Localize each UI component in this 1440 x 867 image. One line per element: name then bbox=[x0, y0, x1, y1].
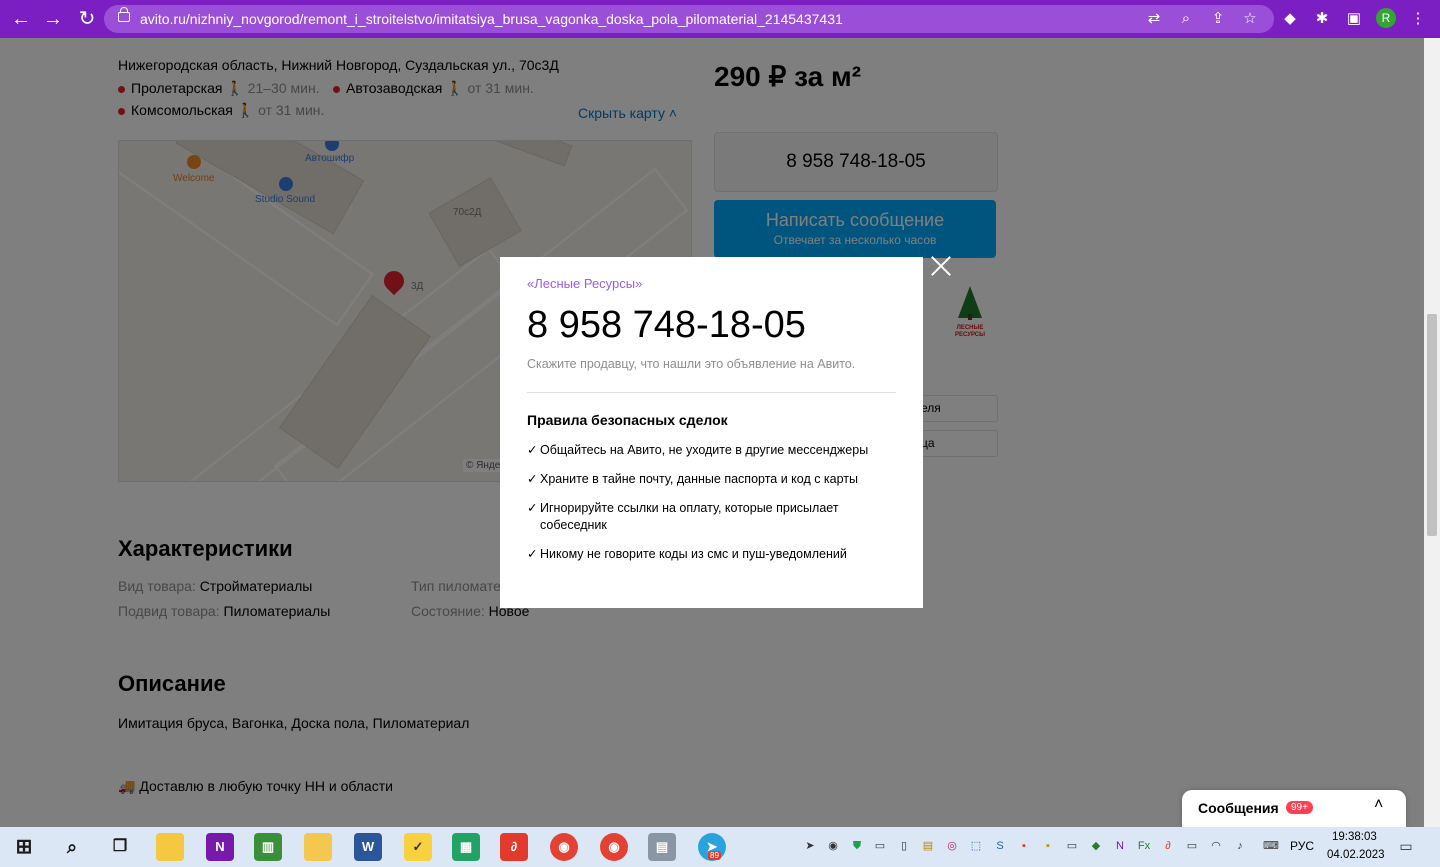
windows-start-icon[interactable]: ⊞ bbox=[10, 833, 38, 861]
translate-icon[interactable]: ⇄ bbox=[1144, 9, 1164, 29]
keyboard-icon[interactable]: ⌨ bbox=[1260, 838, 1282, 854]
modal-phone-number[interactable]: 8 958 748-18-05 bbox=[527, 304, 806, 347]
calculator-icon[interactable]: ▤ bbox=[648, 833, 676, 861]
reload-icon[interactable]: ↻ bbox=[74, 6, 100, 32]
shield-tray-icon[interactable]: ⛊ bbox=[849, 838, 865, 854]
unread-badge: 99+ bbox=[1286, 801, 1313, 814]
search-icon[interactable]: ⌕ bbox=[58, 833, 86, 861]
bookmark-star-icon[interactable]: ☆ bbox=[1240, 9, 1260, 29]
chrome-icon[interactable]: ◉ bbox=[550, 833, 578, 861]
app-tray-icon[interactable]: ◎ bbox=[944, 838, 960, 854]
rule-item: ✓ Общайтесь на Авито, не уходите в другие… bbox=[527, 443, 869, 457]
sticky-tray-icon[interactable]: ▪ bbox=[1040, 838, 1056, 854]
modal-seller-name[interactable]: «Лесные Ресурсы» bbox=[527, 276, 642, 291]
chrome-profile-icon[interactable]: ◉ bbox=[600, 833, 628, 861]
rule-item-continuation: собеседник bbox=[540, 518, 607, 532]
messages-widget[interactable]: Сообщения 99+ ˄ bbox=[1182, 790, 1406, 827]
divider bbox=[527, 392, 896, 393]
sheets-app-icon[interactable]: ▥ bbox=[254, 833, 282, 861]
clock-date[interactable]: 04.02.2023 bbox=[1327, 849, 1385, 861]
back-arrow-icon[interactable]: ← bbox=[8, 6, 34, 32]
check-icon: ✓ bbox=[527, 547, 538, 561]
notification-center-icon[interactable]: ▭ bbox=[1398, 838, 1414, 854]
rule-item: ✓ Храните в тайне почту, данные паспорта … bbox=[527, 472, 859, 486]
sidepanel-icon[interactable]: ▣ bbox=[1344, 9, 1364, 29]
file-explorer-icon[interactable] bbox=[304, 833, 332, 861]
fx-tray-icon[interactable]: Fx bbox=[1136, 838, 1152, 854]
close-icon[interactable] bbox=[930, 255, 952, 277]
menu-kebab-icon[interactable]: ⋮ bbox=[1408, 9, 1428, 29]
lock-icon bbox=[118, 7, 130, 22]
rule-item: ✓ Никому не говорите коды из смс и пуш-ув… bbox=[527, 547, 847, 561]
battery-icon[interactable]: ▭ bbox=[1184, 838, 1200, 854]
sticky-notes-icon[interactable]: ✓ bbox=[404, 833, 432, 861]
messages-label: Сообщения bbox=[1198, 800, 1279, 816]
file-tray-icon[interactable]: ▯ bbox=[896, 838, 912, 854]
window-tray-icon[interactable]: ▭ bbox=[1064, 838, 1080, 854]
spreadsheet-icon[interactable]: ▦ bbox=[452, 833, 480, 861]
telegram-badge: 89 bbox=[708, 851, 721, 860]
skype-tray-icon[interactable]: S bbox=[992, 838, 1008, 854]
onenote-tray-icon[interactable]: N bbox=[1112, 838, 1128, 854]
onenote-icon[interactable]: N bbox=[206, 833, 234, 861]
rules-title: Правила безопасных сделок bbox=[527, 412, 728, 428]
check-icon: ✓ bbox=[527, 443, 538, 457]
send-tray-icon[interactable]: ➤ bbox=[802, 838, 818, 854]
app-red-icon[interactable]: ∂ bbox=[500, 833, 528, 861]
task-view-icon[interactable]: ❐ bbox=[106, 833, 134, 861]
check-icon: ✓ bbox=[527, 472, 538, 486]
extensions-puzzle-icon[interactable]: ✱ bbox=[1312, 9, 1332, 29]
notif-tray-icon[interactable]: ▪ bbox=[1016, 838, 1032, 854]
check-icon: ✓ bbox=[527, 501, 538, 515]
share-icon[interactable]: ⇪ bbox=[1208, 9, 1228, 29]
clock-time[interactable]: 19:38:03 bbox=[1332, 831, 1377, 843]
scrollbar-thumb[interactable] bbox=[1427, 314, 1437, 536]
folder-tray-icon[interactable]: ▤ bbox=[920, 838, 936, 854]
display-tray-icon[interactable]: ▭ bbox=[872, 838, 888, 854]
chrome-tray-icon[interactable]: ◉ bbox=[825, 838, 841, 854]
volume-icon[interactable]: ♪ bbox=[1232, 838, 1248, 854]
wifi-icon[interactable]: ◠ bbox=[1208, 838, 1224, 854]
url-text[interactable]: avito.ru/nizhniy_novgorod/remont_i_stroi… bbox=[140, 11, 843, 27]
forward-arrow-icon[interactable]: → bbox=[40, 6, 66, 32]
zoom-icon[interactable]: ⌕ bbox=[1176, 9, 1196, 29]
phone-modal: «Лесные Ресурсы» 8 958 748-18-05 Скажите… bbox=[500, 257, 923, 608]
profile-avatar[interactable]: R bbox=[1376, 8, 1396, 28]
snip-tray-icon[interactable]: ⬚ bbox=[968, 838, 984, 854]
modal-hint: Скажите продавцу, что нашли это объявлен… bbox=[527, 357, 856, 371]
network-app-tray-icon[interactable]: ◆ bbox=[1088, 838, 1104, 854]
chevron-up-icon[interactable]: ˄ bbox=[1374, 796, 1383, 814]
rule-item: ✓ Игнорируйте ссылки на оплату, которые п… bbox=[527, 501, 839, 515]
notepad-icon[interactable] bbox=[156, 833, 184, 861]
word-icon[interactable]: W bbox=[354, 833, 382, 861]
language-indicator[interactable]: РУС bbox=[1290, 839, 1314, 853]
red-app-tray-icon[interactable]: ∂ bbox=[1160, 838, 1176, 854]
metamask-extension-icon[interactable]: ◆ bbox=[1280, 9, 1300, 29]
